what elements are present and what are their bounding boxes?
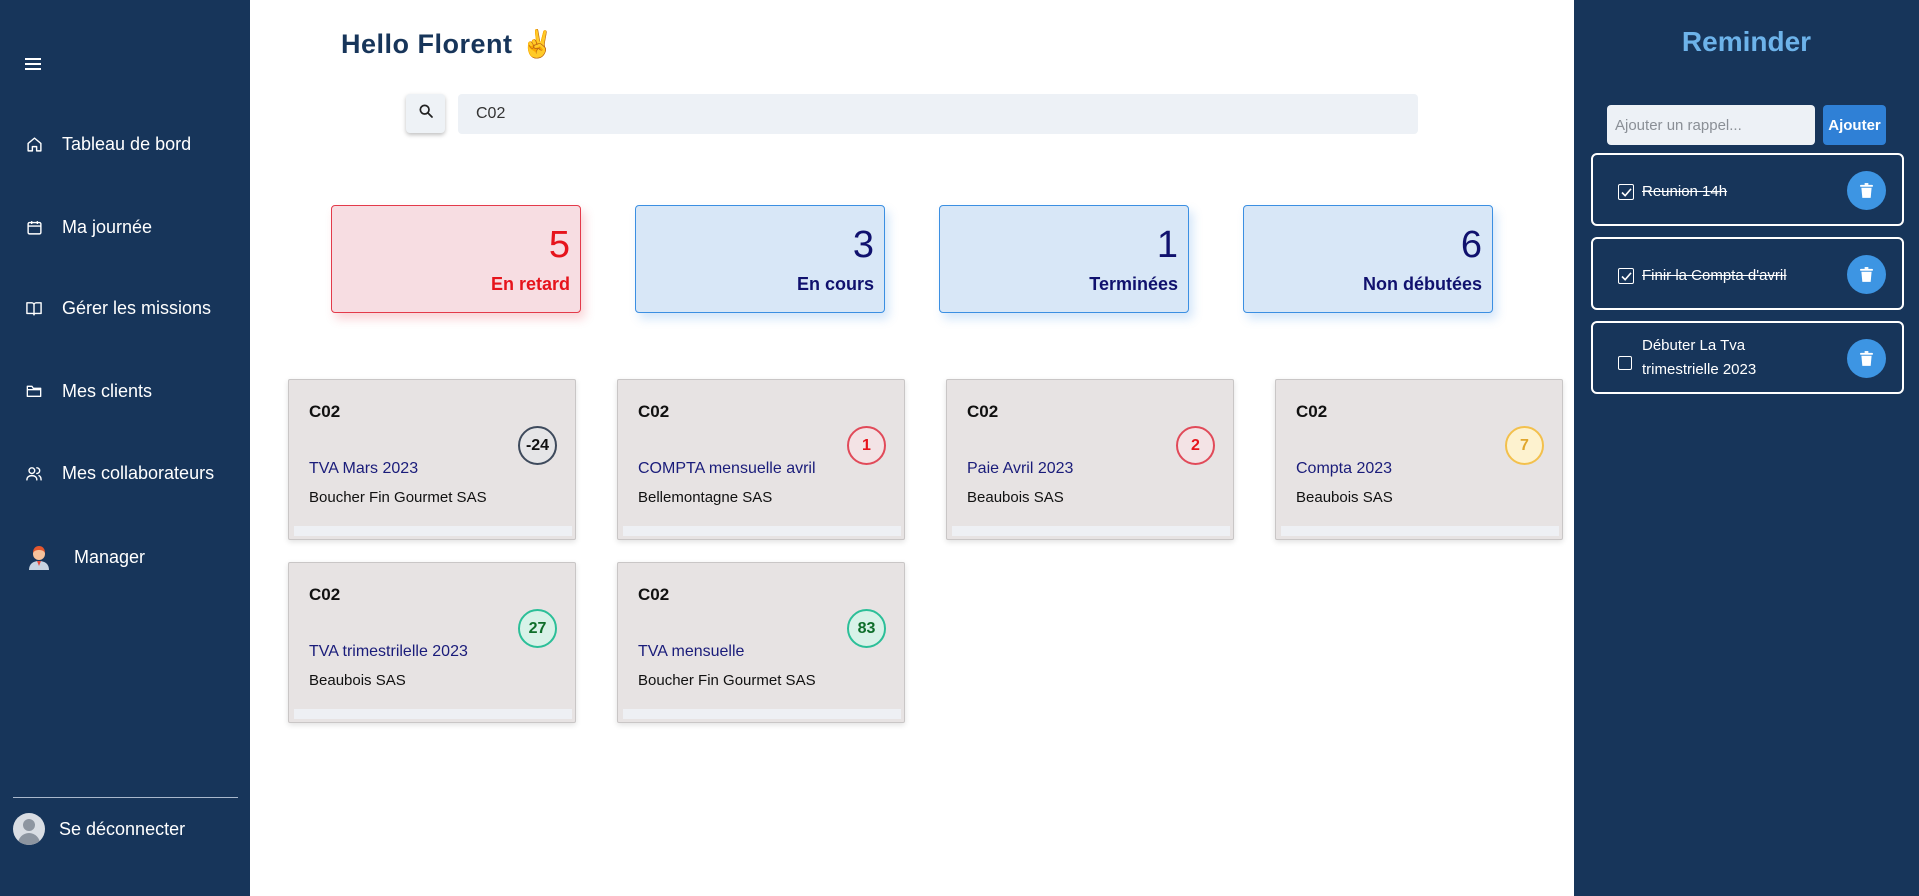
days-badge: 27	[518, 609, 557, 648]
mission-code: C02	[309, 585, 341, 604]
mission-code: C02	[967, 402, 999, 421]
delete-reminder-button[interactable]	[1847, 255, 1886, 294]
search-button[interactable]	[406, 94, 445, 133]
stat-value: 5	[548, 224, 570, 266]
reminder-item: Finir la Compta d'avril	[1591, 237, 1904, 310]
reminder-item: Reunion 14h	[1591, 153, 1904, 226]
sidebar-item-label: Manager	[74, 546, 146, 567]
stat-value: 6	[1460, 224, 1482, 266]
stat-label: Terminées	[1089, 274, 1178, 294]
mission-code: C02	[638, 402, 670, 421]
mission-title: COMPTA mensuelle avril	[638, 460, 816, 477]
book-icon	[25, 299, 43, 317]
days-badge: 1	[847, 426, 886, 465]
trash-icon	[1860, 267, 1873, 282]
reminder-input[interactable]	[1607, 105, 1815, 145]
mission-code: C02	[638, 585, 670, 604]
stat-card-en-cours[interactable]: 3 En cours	[635, 205, 885, 313]
progress-bar	[623, 709, 901, 719]
delete-reminder-button[interactable]	[1847, 171, 1886, 210]
mission-client: Beaubois SAS	[967, 489, 1064, 506]
mission-card[interactable]: C02 83 TVA mensuelle Boucher Fin Gourmet…	[617, 562, 905, 723]
sidebar-item-label: Ma journée	[62, 216, 153, 237]
days-badge: 83	[847, 609, 886, 648]
logout-label: Se déconnecter	[59, 818, 186, 839]
stat-card-terminees[interactable]: 1 Terminées	[939, 205, 1189, 313]
avatar	[13, 813, 45, 845]
search-icon	[418, 103, 434, 124]
reminder-panel: Reminder Ajouter Reunion 14h Finir la Co…	[1574, 0, 1919, 896]
trash-icon	[1860, 183, 1873, 198]
stat-value: 1	[1156, 224, 1178, 266]
mission-code: C02	[309, 402, 341, 421]
reminder-text: Finir la Compta d'avril	[1642, 267, 1787, 284]
sidebar-item-ma-journee[interactable]: Ma journée	[0, 207, 250, 247]
calendar-icon	[25, 218, 43, 236]
mission-card[interactable]: C02 1 COMPTA mensuelle avril Bellemontag…	[617, 379, 905, 540]
reminder-checkbox[interactable]	[1618, 268, 1634, 284]
progress-bar	[952, 526, 1230, 536]
stat-card-non-debutees[interactable]: 6 Non débutées	[1243, 205, 1493, 313]
mission-client: Boucher Fin Gourmet SAS	[638, 672, 816, 689]
stat-label: En retard	[490, 274, 570, 294]
delete-reminder-button[interactable]	[1847, 339, 1886, 378]
reminder-checkbox[interactable]	[1618, 184, 1634, 200]
mission-code: C02	[1296, 402, 1328, 421]
mission-title: TVA Mars 2023	[309, 460, 419, 477]
sidebar-item-label: Mes collaborateurs	[62, 462, 215, 483]
stat-label: En cours	[796, 274, 874, 294]
sidebar-item-mes-clients[interactable]: Mes clients	[0, 371, 250, 411]
trash-icon	[1860, 351, 1873, 366]
reminder-title: Reminder	[1681, 26, 1812, 57]
mission-client: Bellemontagne SAS	[638, 489, 773, 506]
stat-value: 3	[852, 224, 874, 266]
stat-card-en-retard[interactable]: 5 En retard	[331, 205, 581, 313]
mission-card[interactable]: C02 7 Compta 2023 Beaubois SAS	[1275, 379, 1563, 540]
mission-title: TVA trimestrilelle 2023	[309, 643, 468, 660]
logout-button[interactable]: Se déconnecter	[13, 812, 185, 846]
search-input[interactable]	[458, 94, 1418, 134]
sidebar-item-label: Mes clients	[62, 380, 153, 401]
mission-title: Compta 2023	[1296, 460, 1393, 477]
folder-icon	[25, 382, 43, 400]
reminder-checkbox[interactable]	[1618, 356, 1632, 370]
home-icon	[25, 135, 43, 153]
manager-avatar-icon	[26, 544, 52, 570]
mission-card[interactable]: C02 -24 TVA Mars 2023 Boucher Fin Gourme…	[288, 379, 576, 540]
sidebar-item-mes-collaborateurs[interactable]: Mes collaborateurs	[0, 453, 250, 493]
sidebar: Tableau de bord Ma journée Gérer les mis…	[0, 0, 250, 896]
progress-bar	[1281, 526, 1559, 536]
reminder-text-line: trimestrielle 2023	[1642, 361, 1757, 378]
mission-client: Boucher Fin Gourmet SAS	[309, 489, 487, 506]
progress-bar	[623, 526, 901, 536]
progress-bar	[294, 709, 572, 719]
page-title: Hello Florent ✌️	[341, 29, 555, 59]
days-badge: 7	[1505, 426, 1544, 465]
reminder-text: Débuter La Tva trimestrielle 2023	[1642, 334, 1756, 382]
sidebar-item-label: Tableau de bord	[62, 133, 192, 154]
mission-card[interactable]: C02 27 TVA trimestrilelle 2023 Beaubois …	[288, 562, 576, 723]
reminder-text: Reunion 14h	[1642, 183, 1728, 200]
users-icon	[25, 464, 43, 482]
sidebar-item-tableau-de-bord[interactable]: Tableau de bord	[0, 124, 250, 164]
stat-label: Non débutées	[1362, 274, 1482, 294]
mission-client: Beaubois SAS	[1296, 489, 1393, 506]
sidebar-divider	[13, 797, 238, 798]
reminder-text-line: Débuter La Tva	[1642, 337, 1746, 354]
reminder-item: Débuter La Tva trimestrielle 2023	[1591, 321, 1904, 394]
days-badge: 2	[1176, 426, 1215, 465]
mission-card[interactable]: C02 2 Paie Avril 2023 Beaubois SAS	[946, 379, 1234, 540]
sidebar-item-manager[interactable]: Manager	[0, 537, 250, 577]
sidebar-item-label: Gérer les missions	[62, 297, 212, 318]
days-badge: -24	[518, 426, 557, 465]
mission-title: TVA mensuelle	[638, 643, 745, 660]
add-reminder-button[interactable]: Ajouter	[1823, 105, 1886, 145]
sidebar-item-gerer-les-missions[interactable]: Gérer les missions	[0, 288, 250, 328]
mission-title: Paie Avril 2023	[967, 460, 1074, 477]
progress-bar	[294, 526, 572, 536]
mission-client: Beaubois SAS	[309, 672, 406, 689]
menu-icon[interactable]	[25, 58, 41, 70]
